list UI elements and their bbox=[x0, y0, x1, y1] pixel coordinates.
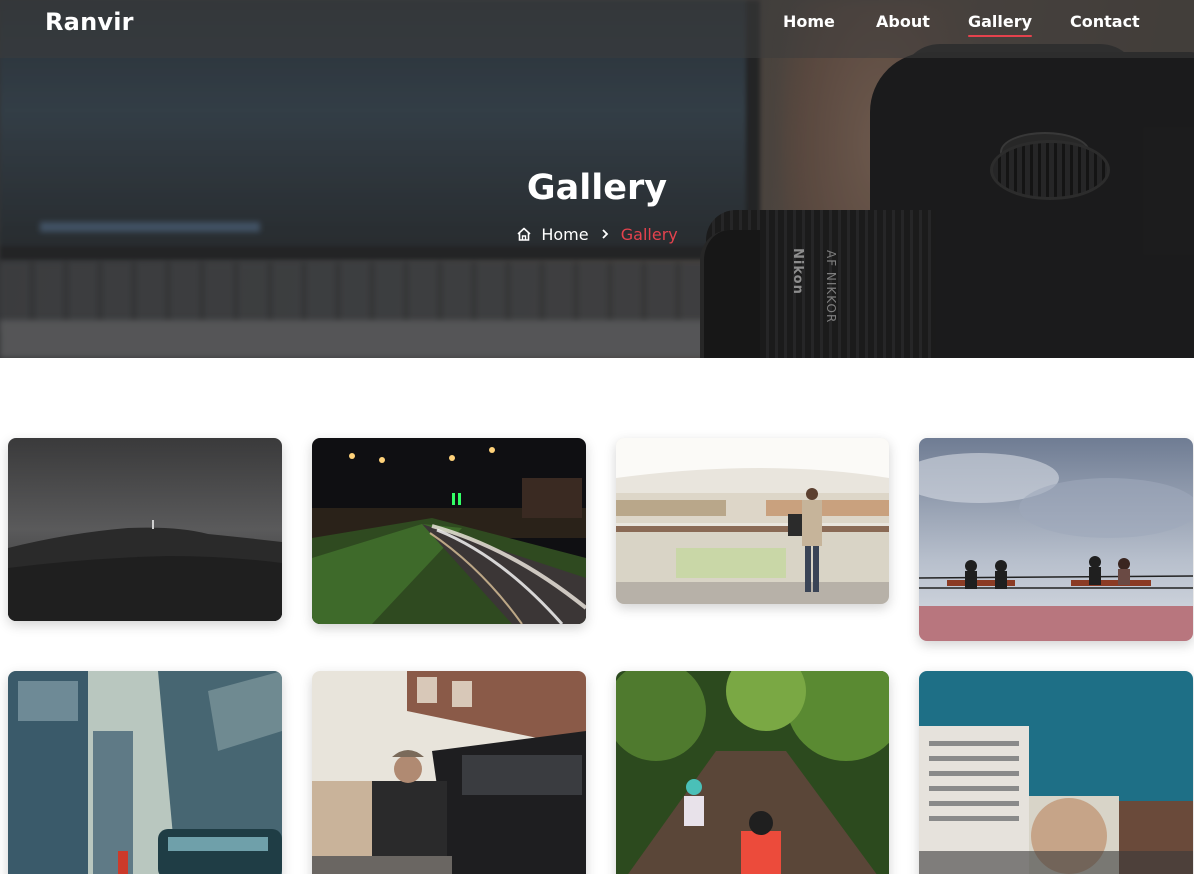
gallery-image[interactable] bbox=[312, 438, 586, 624]
gallery-photo bbox=[8, 438, 282, 621]
breadcrumb: Home Gallery bbox=[0, 224, 1194, 244]
gallery-photo bbox=[616, 671, 889, 874]
gallery-photo bbox=[312, 671, 586, 874]
gallery-image[interactable] bbox=[919, 671, 1193, 874]
gallery-photo bbox=[919, 671, 1193, 874]
gallery-image[interactable] bbox=[616, 438, 889, 604]
gallery-photo bbox=[8, 671, 282, 874]
navbar: Ranvir Home About Gallery Contact bbox=[0, 0, 1194, 58]
nav-link-gallery[interactable]: Gallery bbox=[968, 12, 1033, 37]
gallery-photo bbox=[312, 438, 586, 624]
gallery-image[interactable] bbox=[919, 438, 1193, 641]
page-title: Gallery bbox=[526, 168, 668, 208]
gallery-photo bbox=[616, 438, 889, 604]
chevron-right-icon bbox=[600, 227, 610, 243]
gallery-photo bbox=[919, 438, 1193, 641]
breadcrumb-home-link[interactable]: Home bbox=[516, 225, 589, 244]
home-icon bbox=[517, 227, 531, 241]
breadcrumb-home-label: Home bbox=[541, 225, 589, 244]
gallery-image[interactable] bbox=[312, 671, 586, 874]
nav-link-about[interactable]: About bbox=[876, 12, 930, 31]
brand-logo[interactable]: Ranvir bbox=[45, 8, 134, 36]
gallery-image[interactable] bbox=[616, 671, 889, 874]
nav-link-home[interactable]: Home bbox=[783, 12, 835, 31]
nav-link-contact[interactable]: Contact bbox=[1070, 12, 1140, 31]
gallery-image[interactable] bbox=[8, 671, 282, 874]
gallery-image[interactable] bbox=[8, 438, 282, 621]
breadcrumb-current: Gallery bbox=[620, 225, 678, 244]
